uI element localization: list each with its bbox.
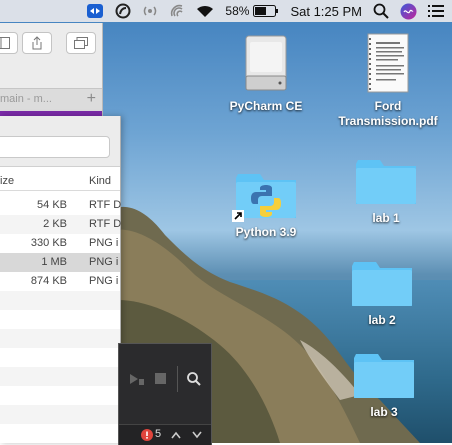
tab-label[interactable]: main - m... [0, 93, 52, 105]
desktop-icon-label: lab 1 [372, 211, 400, 225]
share-button[interactable] [22, 32, 52, 54]
desktop-icon-lab1[interactable]: lab 1 [344, 156, 428, 226]
siri-icon[interactable] [400, 3, 417, 20]
sidebar-toggle-button[interactable] [0, 32, 18, 54]
alias-arrow-icon [232, 210, 244, 222]
empty-row [0, 405, 120, 424]
teamviewer-icon[interactable] [86, 3, 104, 19]
menu-bar: 58% Sat 1:25 PM [0, 0, 452, 22]
ide-panel: 5 [118, 343, 212, 445]
file-kind: PNG i [89, 256, 119, 268]
finder-window-back: main - m... + [0, 23, 103, 124]
finder-window-front: ize Kind 54 KB RTF D 2 KB RTF D 330 KB P… [0, 116, 121, 443]
search-icon[interactable] [187, 372, 201, 386]
battery-icon [253, 5, 279, 17]
radio-icon[interactable] [142, 3, 158, 19]
empty-row [0, 291, 120, 310]
file-size: 330 KB [30, 237, 67, 249]
folder-icon [352, 262, 412, 306]
tab-overview-button[interactable] [66, 32, 96, 54]
tab-bar: main - m... + [0, 88, 102, 112]
folder-icon [356, 160, 416, 204]
search-icon[interactable] [373, 3, 389, 19]
desktop-icon-lab2[interactable]: lab 2 [340, 258, 424, 328]
battery-percent: 58% [225, 4, 250, 18]
file-kind: RTF D [89, 199, 122, 211]
desktop-icon-lab3[interactable]: lab 3 [342, 350, 426, 420]
chevron-up-icon[interactable] [171, 431, 181, 439]
sidebar-toggle-icon [0, 37, 10, 49]
wifi-icon[interactable] [196, 4, 214, 18]
wireless-icon[interactable] [169, 3, 185, 19]
folder-icon [354, 354, 414, 398]
tabs-icon [74, 37, 88, 49]
table-row[interactable]: 874 KB PNG i [0, 272, 120, 291]
finder-toolbar [0, 116, 120, 167]
chevron-down-icon[interactable] [192, 431, 202, 439]
file-size: 1 MB [41, 256, 67, 268]
empty-row [0, 329, 120, 348]
pdf-document-icon [367, 33, 409, 93]
share-icon [32, 36, 42, 50]
desktop-icon-label: Python 3.9 [235, 225, 297, 239]
desktop-icon-python[interactable]: Python 3.9 [222, 170, 310, 240]
new-tab-button[interactable]: + [87, 90, 96, 108]
error-icon[interactable] [141, 429, 153, 441]
desktop-icon-label: lab 2 [368, 313, 396, 327]
hard-drive-icon [245, 35, 287, 91]
file-size: 54 KB [37, 199, 67, 211]
file-size: 874 KB [30, 275, 67, 287]
desktop-icon-label: PyCharm CE [229, 99, 303, 113]
desktop-icon-pycharm[interactable]: PyCharm CE [222, 32, 310, 114]
ide-status-bar: 5 [119, 424, 211, 445]
file-kind: PNG i [89, 275, 119, 287]
file-kind: PNG i [89, 237, 119, 249]
list-header: ize Kind [0, 172, 120, 191]
clock[interactable]: Sat 1:25 PM [290, 4, 362, 19]
table-row[interactable]: 330 KB PNG i [0, 234, 120, 253]
battery-status[interactable]: 58% [225, 4, 279, 18]
table-row[interactable]: 54 KB RTF D [0, 196, 122, 215]
error-count[interactable]: 5 [155, 428, 161, 440]
column-header-size[interactable]: ize [0, 175, 14, 187]
file-size: 2 KB [43, 218, 67, 230]
search-input[interactable] [0, 136, 110, 158]
desktop-icon-ford-pdf[interactable]: Ford Transmission.pdf [332, 32, 444, 129]
table-row[interactable]: 2 KB RTF D [0, 215, 122, 234]
debug-icon[interactable] [129, 372, 145, 386]
list-icon[interactable] [428, 4, 444, 18]
column-header-kind[interactable]: Kind [89, 175, 111, 187]
dropzone-icon[interactable] [115, 3, 131, 19]
file-kind: RTF D [89, 218, 122, 230]
desktop-icon-label: Ford Transmission.pdf [338, 99, 438, 128]
stop-icon[interactable] [155, 373, 167, 385]
desktop-icon-label: lab 3 [370, 405, 398, 419]
ide-toolbar [119, 358, 211, 404]
empty-row [0, 367, 120, 386]
table-row-selected[interactable]: 1 MB PNG i [0, 253, 120, 272]
